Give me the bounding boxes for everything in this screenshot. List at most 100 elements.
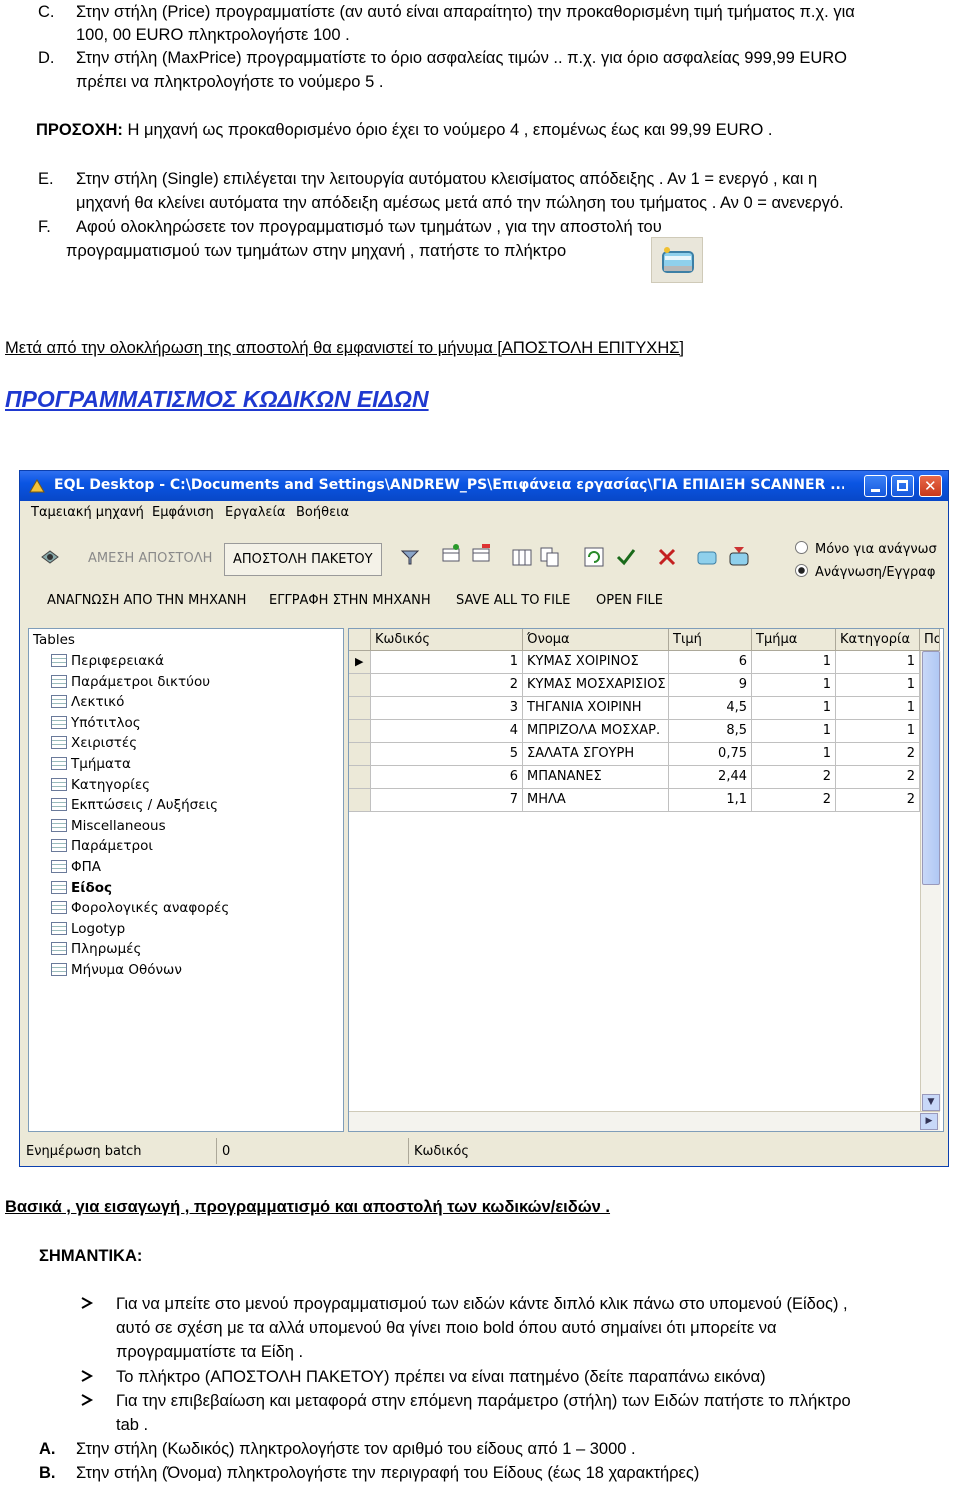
grid-cell[interactable]: 3 [371,697,523,720]
grid-cell[interactable]: 5 [371,743,523,766]
refresh-icon[interactable] [584,547,604,567]
grid-cell[interactable]: 1 [371,651,523,674]
column-header-category[interactable]: Κατηγορία [836,629,920,651]
menu-help[interactable]: Βοήθεια [296,505,349,520]
column-header-more[interactable]: Πο [920,629,940,651]
machine-send-icon[interactable] [728,545,749,566]
grid-cell[interactable]: 1 [752,651,836,674]
grid-cell[interactable]: 1 [752,743,836,766]
grid-cell[interactable]: 2 [371,674,523,697]
column-header-department[interactable]: Τμήμα [752,629,836,651]
grid-cell[interactable]: 2 [752,766,836,789]
connect-icon[interactable] [40,547,60,567]
title-bar[interactable]: EQL Desktop - C:\Documents and Settings\… [20,471,948,501]
grid-cell[interactable]: 6 [371,766,523,789]
grid-cell[interactable]: 8,5 [669,720,752,743]
scroll-down-icon[interactable]: ▼ [922,1094,940,1111]
grid-cell[interactable]: 4,5 [669,697,752,720]
tables-tree-item[interactable]: Τμήματα [51,756,131,776]
grid-cell[interactable]: ΚΥΜΑΣ ΧΟΙΡΙΝΟΣ [523,651,669,674]
tables-tree-item-label: Είδος [71,879,113,896]
grid-cell[interactable]: 9 [669,674,752,697]
close-button[interactable]: ✕ [919,475,942,497]
horizontal-scrollbar[interactable]: ▶ [349,1111,940,1131]
column-header-price[interactable]: Τιμή [669,629,752,651]
send-packet-small-icon[interactable] [696,547,717,567]
grid-cell[interactable]: 2 [752,789,836,812]
grid-cell[interactable]: 1 [752,720,836,743]
tables-tree-item[interactable]: Μήνυμα Οθόνων [51,962,182,982]
item-b-marker: B. [39,1464,56,1482]
grid-cell[interactable]: 1 [752,697,836,720]
tables-tree-item[interactable]: ΦΠΑ [51,859,101,879]
grid-cell[interactable]: ΜΠΑΝΑΝΕΣ [523,766,669,789]
copy-icon[interactable] [540,547,560,567]
tables-tree-item[interactable]: Περιφερειακά [51,653,164,673]
tables-tree-item[interactable]: Miscellaneous [51,818,166,838]
tables-tree-item[interactable]: Εκπτώσεις / Αυξήσεις [51,797,218,817]
grid-cell[interactable]: ΤΗΓΑΝΙΑ ΧΟΙΡΙΝΗ [523,697,669,720]
grid-cell[interactable]: 1 [836,720,920,743]
table-icon [51,715,67,729]
menu-tools[interactable]: Εργαλεία [225,505,285,520]
grid-cell[interactable]: 6 [669,651,752,674]
row-selector[interactable] [349,743,371,766]
columns-icon[interactable] [512,547,532,567]
grid-cell[interactable]: 1 [836,697,920,720]
grid-cell[interactable]: 2,44 [669,766,752,789]
minimize-button[interactable] [864,475,887,497]
grid-cell[interactable]: 7 [371,789,523,812]
row-selector[interactable] [349,674,371,697]
grid-cell[interactable]: 4 [371,720,523,743]
grid-cell[interactable]: 2 [836,766,920,789]
row-selector[interactable] [349,789,371,812]
tables-tree-item[interactable]: Πληρωμές [51,941,141,961]
menu-cash-register[interactable]: Ταμειακή μηχανή [31,505,144,520]
tables-tree-item[interactable]: Υπότιτλος [51,715,141,735]
column-header-code[interactable]: Κωδικός [371,629,523,651]
read-from-machine-button[interactable]: ΑΝΑΓΝΩΣΗ ΑΠΟ ΤΗΝ ΜΗΧΑΝΗ [47,593,246,608]
maximize-button[interactable] [891,475,914,497]
row-selector[interactable] [349,697,371,720]
grid-cell[interactable]: 0,75 [669,743,752,766]
grid-cell[interactable]: 2 [836,789,920,812]
grid-cell[interactable]: 1,1 [669,789,752,812]
tables-tree-item[interactable]: Λεκτικό [51,694,124,714]
grid-cell[interactable]: 1 [836,674,920,697]
grid-cell[interactable]: 2 [836,743,920,766]
open-file-button[interactable]: OPEN FILE [596,593,663,608]
grid-cell[interactable]: ΜΗΛΑ [523,789,669,812]
vertical-scrollbar[interactable]: ▼ [920,651,941,1111]
tables-tree-item[interactable]: Είδος [51,880,112,900]
grid-cell[interactable]: ΚΥΜΑΣ ΜΟΣΧΑΡΙΣΙΟΣ [523,674,669,697]
direct-send-button[interactable]: ΑΜΕΣΗ ΑΠΟΣΤΟΛΗ [88,551,212,566]
row-selector[interactable] [349,766,371,789]
grid-cell[interactable]: ΣΑΛΑΤΑ ΣΓΟΥΡΗ [523,743,669,766]
column-header-name[interactable]: Όνομα [523,629,669,651]
tables-tree-item[interactable]: Παράμετροι δικτύου [51,674,210,694]
scroll-right-icon[interactable]: ▶ [920,1113,938,1130]
row-selector[interactable] [349,720,371,743]
tables-tree-item[interactable]: Παράμετροι [51,838,153,858]
tables-tree-item[interactable]: Κατηγορίες [51,777,150,797]
tables-tree-item[interactable]: Χειριστές [51,735,137,755]
read-only-radio[interactable]: Μόνο για ανάγνωσ [795,541,937,557]
scrollbar-thumb[interactable] [922,651,940,885]
delete-row-icon[interactable] [471,543,491,563]
grid-cell[interactable]: 1 [836,651,920,674]
grid-cell[interactable]: 1 [752,674,836,697]
save-all-button[interactable]: SAVE ALL TO FILE [456,593,570,608]
tables-tree-item[interactable]: Logotyp [51,921,125,941]
filter-icon[interactable] [400,547,420,567]
check-icon[interactable] [616,547,636,567]
insert-row-icon[interactable] [441,543,461,563]
cancel-icon[interactable] [657,547,677,567]
row-selector[interactable]: ▶ [349,651,371,674]
write-to-machine-button[interactable]: ΕΓΓΡΑΦΗ ΣΤΗΝ ΜΗΧΑΝΗ [269,593,431,608]
tables-tree-item[interactable]: Φορολογικές αναφορές [51,900,229,920]
menu-view[interactable]: Εμφάνιση [152,505,214,520]
table-icon [51,777,67,791]
status-bar: Ενημέρωση batch 0 Κωδικός [20,1136,948,1166]
read-only-label: Μόνο για ανάγνωσ [815,542,937,557]
grid-cell[interactable]: ΜΠΡΙΖΟΛΑ ΜΟΣΧΑΡ. [523,720,669,743]
